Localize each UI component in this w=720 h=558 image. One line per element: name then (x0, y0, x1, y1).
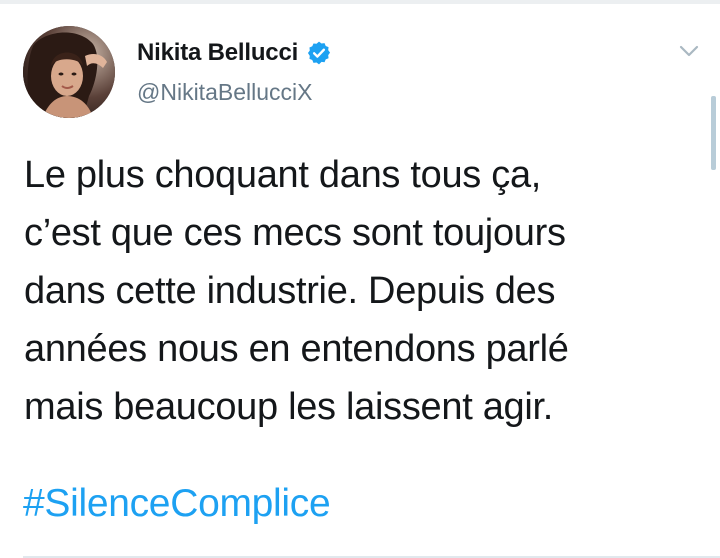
tweet-card: Nikita Bellucci @NikitaBellucciX Le plus… (0, 0, 720, 558)
tweet-text-line: années nous en entendons parlé (24, 328, 569, 370)
chevron-down-icon[interactable] (678, 43, 700, 59)
scrollbar-thumb[interactable] (711, 96, 716, 170)
verified-badge-icon (306, 40, 332, 66)
tweet-text-line: c’est que ces mecs sont toujours (24, 212, 566, 254)
tweet-body: Le plus choquant dans tous ça, c’est que… (24, 146, 704, 436)
tweet-text-line: mais beaucoup les laissent agir. (24, 386, 554, 428)
author-handle[interactable]: @NikitaBellucciX (137, 79, 312, 106)
author-display-name[interactable]: Nikita Bellucci (137, 39, 298, 67)
avatar-photo-icon (23, 26, 115, 118)
top-divider (0, 0, 720, 4)
author-name-row[interactable]: Nikita Bellucci (137, 37, 332, 69)
tweet-text-line: dans cette industrie. Depuis des (24, 270, 556, 312)
tweet-text-line: Le plus choquant dans tous ça, (24, 154, 542, 196)
avatar[interactable] (23, 26, 115, 118)
hashtag-link[interactable]: #SilenceComplice (23, 479, 331, 529)
